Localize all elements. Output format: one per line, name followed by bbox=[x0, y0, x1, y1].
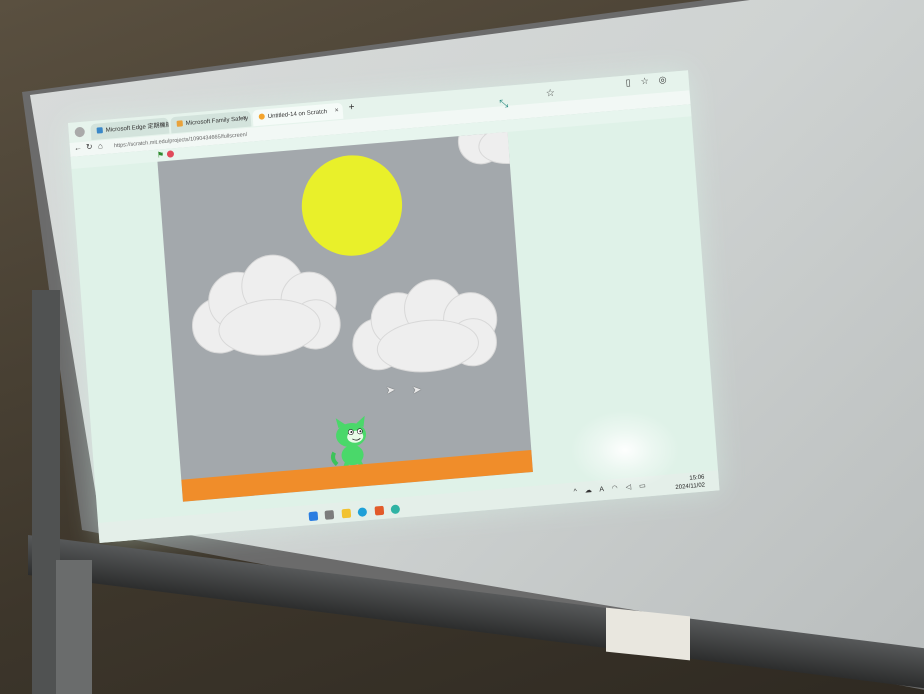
clock-date: 2024/11/02 bbox=[675, 482, 706, 492]
home-icon[interactable]: ⌂ bbox=[98, 141, 104, 150]
favorite-star-icon[interactable]: ☆ bbox=[545, 88, 555, 100]
split-screen-icon[interactable]: ▯ bbox=[625, 76, 641, 87]
refresh-icon[interactable]: ↻ bbox=[86, 142, 93, 152]
close-icon[interactable]: × bbox=[160, 118, 165, 134]
scratch-icon bbox=[258, 113, 265, 120]
tab-label: Microsoft Family Safety bbox=[185, 115, 249, 128]
green-flag-icon[interactable]: ⚑ bbox=[157, 150, 165, 160]
close-icon[interactable]: × bbox=[334, 103, 339, 119]
extensions-icon[interactable]: ◎ bbox=[658, 73, 677, 85]
start-icon[interactable] bbox=[308, 511, 319, 522]
edge-icon bbox=[96, 127, 103, 134]
favorites-icon[interactable]: ☆ bbox=[640, 75, 659, 87]
profile-icon[interactable] bbox=[74, 126, 86, 138]
projector-glare bbox=[570, 410, 680, 490]
tab-label: Untitled-14 on Scratch bbox=[267, 109, 328, 121]
paper-note bbox=[606, 607, 690, 661]
cloud-sprite bbox=[187, 243, 345, 366]
cloud-icon[interactable]: ☁ bbox=[585, 487, 596, 495]
mouse-cursor-icon: ➤ bbox=[385, 384, 396, 397]
search-icon[interactable] bbox=[324, 509, 335, 520]
file-explorer-icon[interactable] bbox=[341, 508, 352, 519]
app-icon[interactable] bbox=[390, 504, 401, 515]
taskbar-clock[interactable]: 15:06 2024/11/02 bbox=[675, 473, 706, 492]
family-safety-icon bbox=[176, 120, 183, 127]
office-icon[interactable] bbox=[374, 505, 385, 516]
exit-fullscreen-icon[interactable]: ⤡ bbox=[499, 98, 509, 112]
chevron-up-icon[interactable]: ^ bbox=[573, 488, 580, 496]
cloud-sprite bbox=[455, 131, 533, 172]
close-icon[interactable]: × bbox=[242, 111, 247, 127]
sun-sprite bbox=[298, 151, 406, 260]
scratch-stage[interactable]: ➤ ➤ bbox=[157, 131, 533, 502]
cloud-sprite bbox=[348, 274, 506, 387]
back-icon[interactable]: ← bbox=[74, 143, 83, 153]
new-tab-button[interactable]: + bbox=[348, 102, 355, 113]
stop-icon[interactable] bbox=[166, 150, 175, 158]
browser-toolbar-icons: ▯☆◎ bbox=[625, 73, 677, 88]
edge-icon[interactable] bbox=[357, 507, 368, 517]
mouse-cursor-icon: ➤ bbox=[411, 383, 422, 397]
whiteboard-leg bbox=[56, 560, 92, 694]
